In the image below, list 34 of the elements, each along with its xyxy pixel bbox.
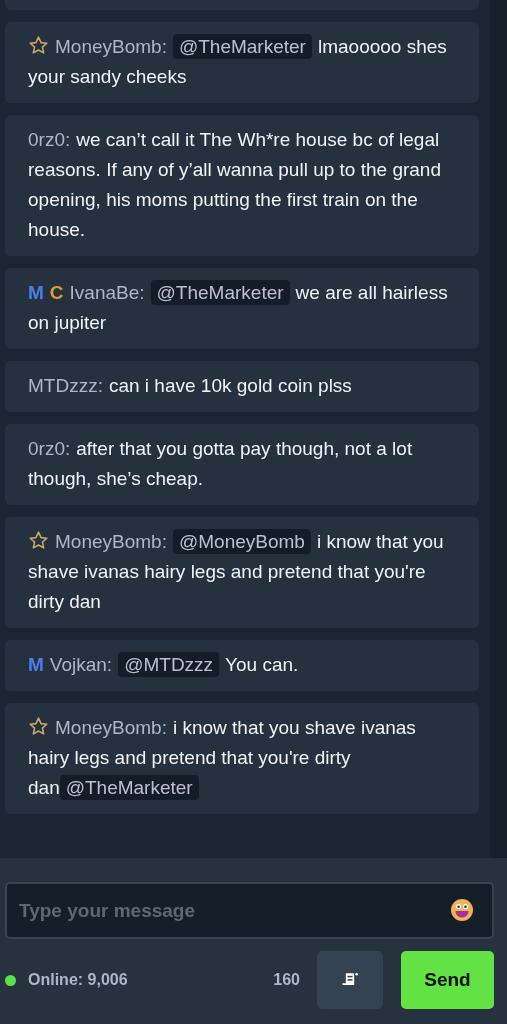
chat-message: 0rz0: we can’t call it The Wh*re house bc of legal reasons. If any of y’all wanna pull up to the grand opening, his moms putting the first train on the house. — [28, 128, 442, 242]
username[interactable]: IvanaBe: — [69, 282, 145, 303]
rules-button[interactable] — [317, 951, 383, 1009]
username[interactable]: 0rz0: — [28, 438, 71, 459]
mention-tag[interactable]: @TheMarketer — [172, 34, 312, 59]
rank-letter: M — [28, 654, 44, 675]
chat-message: 0rz0: after that you gotta pay though, not a lot though, she’s cheap. — [28, 437, 414, 491]
star-icon — [28, 716, 49, 737]
chat-message: MoneyBomb: @MoneyBomb i know that you shave ivanas hairy legs and pretend that you're dirty dan — [28, 528, 445, 614]
star-icon — [28, 35, 49, 56]
chat-message: MTDzzz: can i have 10k gold coin plss — [28, 374, 353, 398]
rank-letter: M — [28, 282, 44, 303]
send-button[interactable]: Send — [401, 951, 494, 1009]
chat-message: M Vojkan: @MTDzzz You can. — [28, 651, 300, 679]
username[interactable]: MoneyBomb: — [55, 717, 167, 738]
online-dot — [5, 974, 16, 986]
online-count: Online: 9,006 — [28, 971, 128, 989]
username[interactable]: MoneyBomb: — [55, 531, 167, 552]
mention-tag[interactable]: @MTDzzz — [118, 652, 220, 677]
chat-message: M C IvanaBe: @TheMarketer we are all hairless on jupiter — [28, 279, 449, 335]
character-count: 160 — [273, 971, 300, 989]
username[interactable]: Vojkan: — [49, 654, 113, 675]
username[interactable]: MoneyBomb: — [55, 36, 167, 57]
chat-message: MoneyBomb: @TheMarketer lmaooooo shes your sandy cheeks — [28, 33, 448, 89]
rank-letter: C — [49, 282, 64, 303]
username[interactable]: 0rz0: — [28, 129, 71, 150]
message-input[interactable]: Type your message — [5, 882, 494, 939]
mention-tag[interactable]: @TheMarketer — [59, 775, 199, 800]
smiley-icon[interactable] — [450, 898, 474, 922]
mention-tag[interactable]: @MoneyBomb — [172, 529, 311, 554]
star-icon — [28, 530, 49, 551]
mention-tag[interactable]: @TheMarketer — [150, 280, 290, 305]
chat-message: MoneyBomb: i know that you shave ivanas hairy legs and pretend that you're dirty dan @TheMarketer — [28, 715, 417, 802]
username[interactable]: MTDzzz: — [28, 375, 103, 396]
